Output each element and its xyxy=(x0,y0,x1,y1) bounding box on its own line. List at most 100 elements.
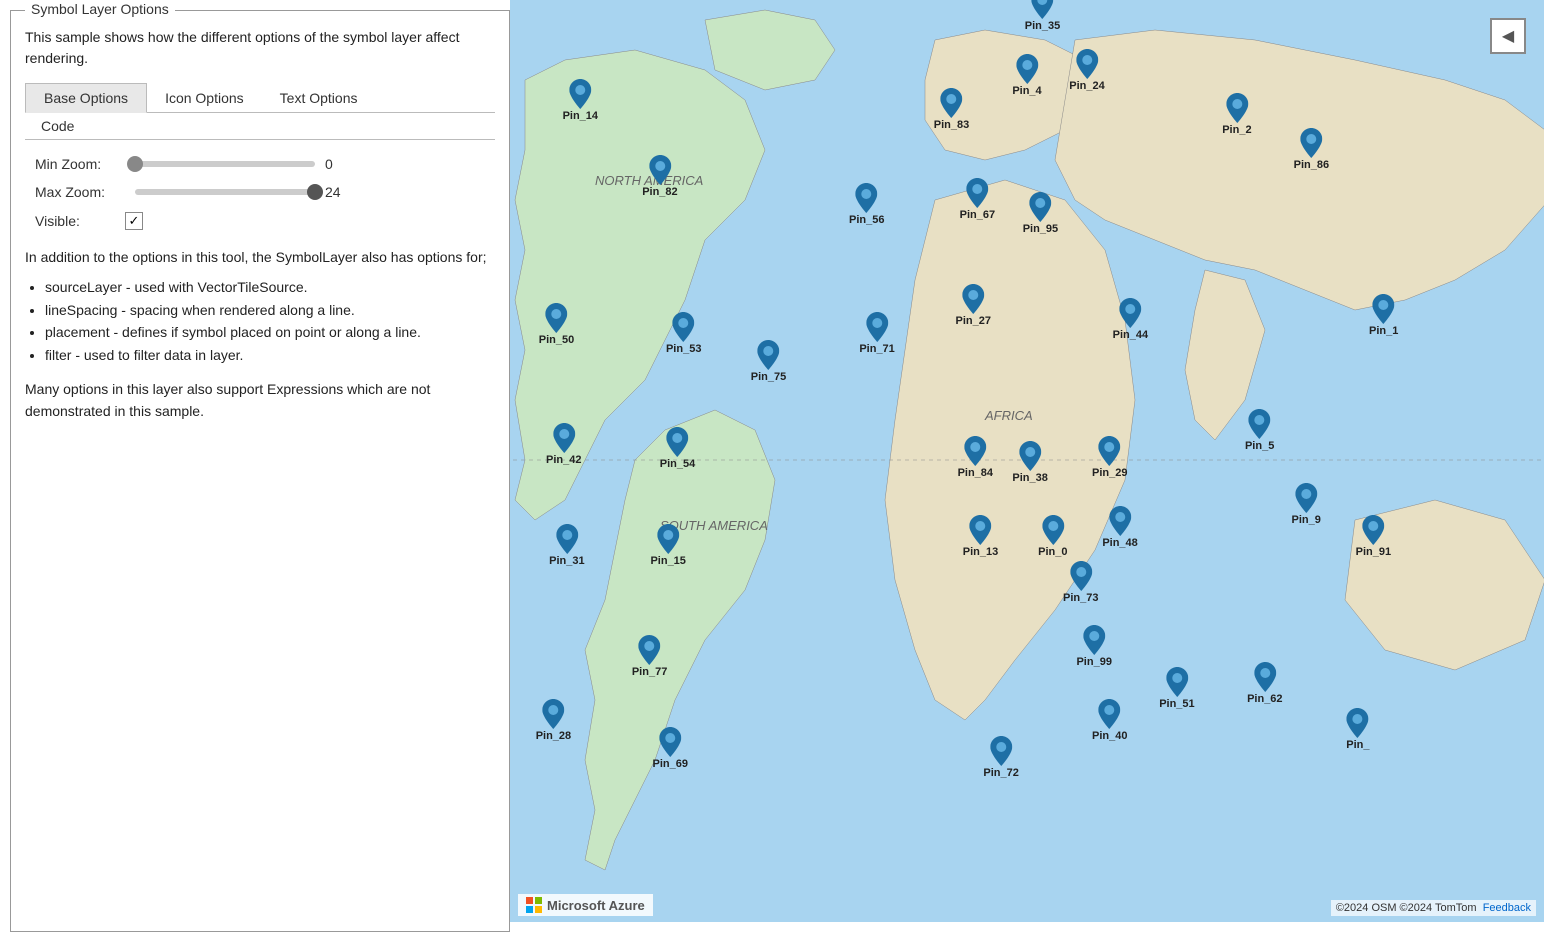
map-pin[interactable]: Pin_42 xyxy=(546,423,581,466)
pin-label: Pin_69 xyxy=(653,758,688,770)
sub-tab-code[interactable]: Code xyxy=(25,113,90,139)
pin-svg xyxy=(1016,54,1038,84)
map-pin[interactable]: Pin_48 xyxy=(1102,506,1137,549)
map-pin[interactable]: Pin_0 xyxy=(1038,515,1067,558)
map-pin[interactable]: Pin_5 xyxy=(1245,409,1274,452)
pin-svg xyxy=(1076,49,1098,79)
map-pin[interactable]: Pin_51 xyxy=(1159,667,1194,710)
map-pin[interactable]: Pin_71 xyxy=(859,312,894,355)
map-pin[interactable]: Pin_54 xyxy=(660,427,695,470)
map-pin[interactable]: Pin_9 xyxy=(1291,483,1320,526)
map-pin[interactable]: Pin_44 xyxy=(1113,298,1148,341)
pin-label: Pin_51 xyxy=(1159,698,1194,710)
panel-description: This sample shows how the different opti… xyxy=(25,27,495,69)
map-pin[interactable]: Pin_56 xyxy=(849,183,884,226)
azure-logo: Microsoft Azure xyxy=(518,894,653,916)
tab-text-options[interactable]: Text Options xyxy=(262,83,376,112)
pin-label: Pin_71 xyxy=(859,343,894,355)
map-pin[interactable]: Pin_69 xyxy=(653,727,688,770)
map-pin[interactable]: Pin_84 xyxy=(958,436,993,479)
pin-label: Pin_14 xyxy=(563,110,598,122)
pin-label: Pin_0 xyxy=(1038,546,1067,558)
map-pin[interactable]: Pin_31 xyxy=(549,524,584,567)
pin-label: Pin_5 xyxy=(1245,440,1274,452)
pin-svg xyxy=(667,427,689,457)
pin-label: Pin_84 xyxy=(958,467,993,479)
map-pin[interactable]: Pin_53 xyxy=(666,312,701,355)
map-pin[interactable]: Pin_27 xyxy=(955,284,990,327)
pin-label: Pin_24 xyxy=(1069,80,1104,92)
pin-svg xyxy=(964,436,986,466)
pin-svg xyxy=(866,312,888,342)
pin-label: Pin_44 xyxy=(1113,329,1148,341)
pin-label: Pin_91 xyxy=(1356,546,1391,558)
max-zoom-row: Max Zoom: 24 xyxy=(35,184,495,200)
pin-svg xyxy=(1295,483,1317,513)
pin-svg xyxy=(1254,662,1276,692)
tab-icon-options[interactable]: Icon Options xyxy=(147,83,262,112)
max-zoom-label: Max Zoom: xyxy=(35,184,125,200)
min-zoom-slider[interactable] xyxy=(135,161,315,167)
map-pin[interactable]: Pin_82 xyxy=(642,155,677,198)
map-pin[interactable]: Pin_1 xyxy=(1369,294,1398,337)
azure-label-text: Microsoft Azure xyxy=(547,898,645,913)
map-pin[interactable]: Pin_77 xyxy=(632,635,667,678)
map-pin[interactable]: Pin_50 xyxy=(539,303,574,346)
pin-svg xyxy=(556,524,578,554)
pin-svg xyxy=(1070,561,1092,591)
map-pin[interactable]: Pin_24 xyxy=(1069,49,1104,92)
tab-base-options[interactable]: Base Options xyxy=(25,83,147,113)
info-intro: In addition to the options in this tool,… xyxy=(25,246,495,268)
pin-svg xyxy=(1373,294,1395,324)
attribution-text: ©2024 OSM ©2024 TomTom xyxy=(1336,902,1477,914)
map-pin[interactable]: Pin_13 xyxy=(963,515,998,558)
pin-svg xyxy=(1109,506,1131,536)
max-zoom-slider[interactable] xyxy=(135,189,315,195)
map-pin[interactable]: Pin_99 xyxy=(1076,625,1111,668)
pin-label: Pin_48 xyxy=(1102,537,1137,549)
pin-label: Pin_77 xyxy=(632,666,667,678)
map-pin[interactable]: Pin_72 xyxy=(983,736,1018,779)
pin-label: Pin_50 xyxy=(539,334,574,346)
map-pin[interactable]: Pin_83 xyxy=(934,88,969,131)
pin-label: Pin_86 xyxy=(1294,159,1329,171)
pin-svg xyxy=(962,284,984,314)
max-zoom-thumb[interactable] xyxy=(307,184,323,200)
map-pin[interactable]: Pin_ xyxy=(1346,708,1369,751)
map-pin[interactable]: Pin_75 xyxy=(751,340,786,383)
pin-label: Pin_56 xyxy=(849,214,884,226)
map-pin[interactable]: Pin_91 xyxy=(1356,515,1391,558)
pin-label: Pin_40 xyxy=(1092,730,1127,742)
map-pin[interactable]: Pin_15 xyxy=(650,524,685,567)
pin-label: Pin_4 xyxy=(1012,85,1041,97)
pin-svg xyxy=(1300,128,1322,158)
map-back-button[interactable]: ◀ xyxy=(1490,18,1526,54)
map-pin[interactable]: Pin_95 xyxy=(1023,192,1058,235)
map-pin[interactable]: Pin_28 xyxy=(536,699,571,742)
map-pin[interactable]: Pin_62 xyxy=(1247,662,1282,705)
map-pin[interactable]: Pin_2 xyxy=(1222,93,1251,136)
min-zoom-thumb[interactable] xyxy=(127,156,143,172)
pin-svg xyxy=(1032,0,1054,19)
map-pin[interactable]: Pin_4 xyxy=(1012,54,1041,97)
map-pin[interactable]: Pin_67 xyxy=(960,178,995,221)
map-pin[interactable]: Pin_38 xyxy=(1012,441,1047,484)
map-pin[interactable]: Pin_35 xyxy=(1025,0,1060,32)
svg-text:AFRICA: AFRICA xyxy=(984,408,1033,423)
sub-tabs-container: Code xyxy=(25,113,495,140)
feedback-link[interactable]: Feedback xyxy=(1483,902,1531,914)
visible-checkbox[interactable]: ✓ xyxy=(125,212,143,230)
pin-label: Pin_99 xyxy=(1076,656,1111,668)
azure-squares-icon xyxy=(526,897,542,913)
pin-svg xyxy=(673,312,695,342)
pin-svg xyxy=(941,88,963,118)
tabs-container: Base Options Icon Options Text Options xyxy=(25,83,495,113)
map-pin[interactable]: Pin_29 xyxy=(1092,436,1127,479)
pin-svg xyxy=(639,635,661,665)
map-pin[interactable]: Pin_40 xyxy=(1092,699,1127,742)
map-pin[interactable]: Pin_86 xyxy=(1294,128,1329,171)
map-pin[interactable]: Pin_14 xyxy=(563,79,598,122)
map-area[interactable]: NORTH AMERICA SOUTH AMERICA AFRICA Pin_3… xyxy=(510,0,1544,922)
map-pin[interactable]: Pin_73 xyxy=(1063,561,1098,604)
square-red xyxy=(526,897,533,904)
